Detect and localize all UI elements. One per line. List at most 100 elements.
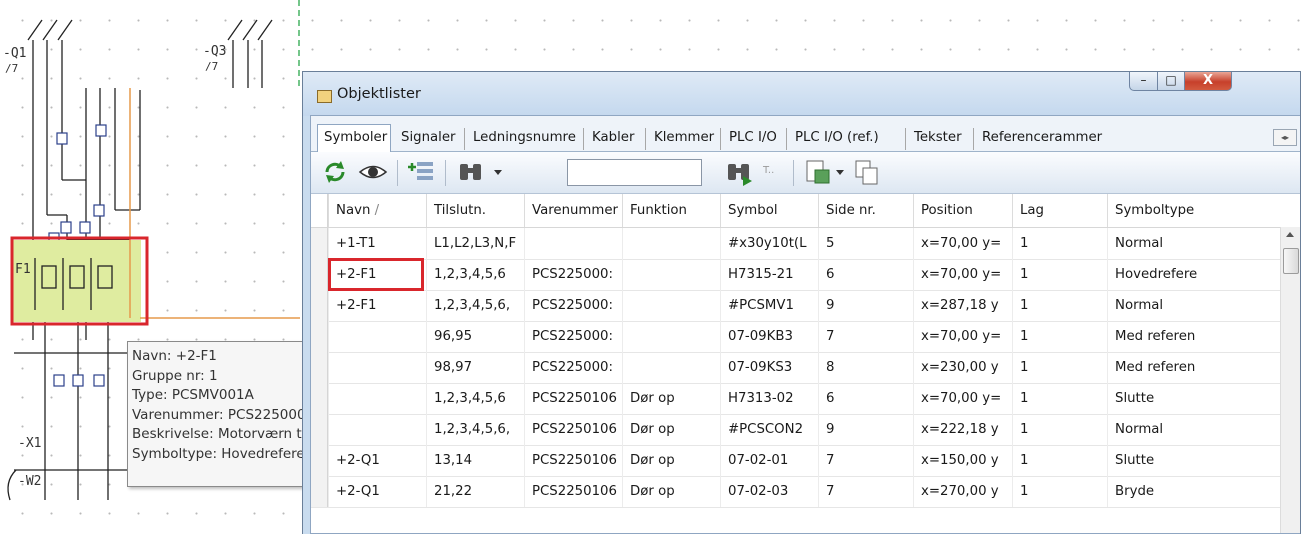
- cell-symbol[interactable]: 07-02-01: [720, 445, 818, 476]
- tab-referencerammer[interactable]: Referencerammer: [976, 128, 1234, 150]
- cell-tilslutn[interactable]: 98,97: [426, 352, 524, 383]
- row-header[interactable]: [311, 414, 328, 445]
- eye-icon[interactable]: [357, 158, 389, 186]
- cell-tilslutn[interactable]: 21,22: [426, 476, 524, 507]
- insert-column-icon[interactable]: [405, 158, 437, 186]
- tab-kabler[interactable]: Kabler: [586, 128, 646, 150]
- cell-side-nr[interactable]: 7: [818, 445, 913, 476]
- cell-side-nr[interactable]: 6: [818, 259, 913, 290]
- column-header-lag[interactable]: Lag: [1012, 194, 1107, 227]
- cell-side-nr[interactable]: 7: [818, 476, 913, 507]
- row-header[interactable]: [311, 290, 328, 321]
- cell-varenummer[interactable]: PCS2250106: [524, 414, 622, 445]
- cell-symbol[interactable]: #PCSCON2: [720, 414, 818, 445]
- export-icon[interactable]: [801, 158, 833, 186]
- table-row[interactable]: 1,2,3,4,5,6 PCS2250106 Dør op H7313-02 6 x=70…: [311, 383, 1281, 415]
- cell-position[interactable]: x=230,00 y: [913, 352, 1012, 383]
- scroll-up-icon[interactable]: [1286, 232, 1294, 237]
- column-header-varenummer[interactable]: Varenummer: [524, 194, 622, 227]
- cell-tilslutn[interactable]: 96,95: [426, 321, 524, 352]
- cell-varenummer[interactable]: PCS2250106: [524, 445, 622, 476]
- cell-funktion[interactable]: [622, 321, 720, 352]
- cell-symboltype[interactable]: Normal: [1107, 414, 1203, 445]
- cell-funktion[interactable]: Dør op: [622, 445, 720, 476]
- symbols-table[interactable]: Navn / Tilslutn. Varenummer Funktion Sym…: [311, 194, 1300, 533]
- vertical-scrollbar[interactable]: [1280, 227, 1300, 533]
- cell-position[interactable]: x=70,00 y=: [913, 228, 1012, 259]
- cell-navn[interactable]: +1-T1: [328, 228, 426, 259]
- row-header[interactable]: [311, 259, 328, 290]
- row-header[interactable]: [311, 352, 328, 383]
- tab-ledningsnumre[interactable]: Ledningsnumre: [467, 128, 584, 150]
- cell-lag[interactable]: 1: [1012, 228, 1107, 259]
- column-header-position[interactable]: Position: [913, 194, 1012, 227]
- cell-lag[interactable]: 1: [1012, 414, 1107, 445]
- column-header-funktion[interactable]: Funktion: [622, 194, 720, 227]
- tab-plc-io-ref[interactable]: PLC I/O (ref.): [789, 128, 906, 150]
- cell-side-nr[interactable]: 7: [818, 321, 913, 352]
- cell-varenummer[interactable]: PCS225000:: [524, 290, 622, 321]
- cell-tilslutn[interactable]: 1,2,3,4,5,6: [426, 259, 524, 290]
- row-header[interactable]: [311, 476, 328, 507]
- tab-signaler[interactable]: Signaler: [395, 128, 465, 150]
- cell-tilslutn[interactable]: 1,2,3,4,5,6: [426, 383, 524, 414]
- cell-lag[interactable]: 1: [1012, 352, 1107, 383]
- column-header-navn[interactable]: Navn /: [328, 194, 426, 227]
- cell-funktion[interactable]: [622, 228, 720, 259]
- cell-side-nr[interactable]: 9: [818, 290, 913, 321]
- table-row[interactable]: +2-F1 1,2,3,4,5,6 PCS225000: H7315-21 6 x=70,…: [311, 259, 1281, 291]
- cell-varenummer[interactable]: PCS225000:: [524, 352, 622, 383]
- tab-plc-io[interactable]: PLC I/O: [723, 128, 787, 150]
- column-header-side-nr[interactable]: Side nr.: [818, 194, 913, 227]
- cell-side-nr[interactable]: 8: [818, 352, 913, 383]
- window-titlebar[interactable]: Objektlister – □ X: [303, 72, 1300, 116]
- cell-symboltype[interactable]: Hovedrefere: [1107, 259, 1203, 290]
- row-header[interactable]: [311, 383, 328, 414]
- cell-navn[interactable]: [328, 383, 426, 414]
- cell-varenummer[interactable]: PCS225000:: [524, 259, 622, 290]
- chevron-down-icon[interactable]: [491, 158, 505, 186]
- cell-navn[interactable]: [328, 414, 426, 445]
- column-header-tilslutn[interactable]: Tilslutn.: [426, 194, 524, 227]
- table-row[interactable]: +1-T1 L1,L2,L3,N,F #x30y10t(L 5 x=70,00 y= 1 N…: [311, 228, 1281, 260]
- cell-varenummer[interactable]: [524, 228, 622, 259]
- cell-position[interactable]: x=222,18 y: [913, 414, 1012, 445]
- close-button[interactable]: X: [1184, 72, 1232, 91]
- minimize-button[interactable]: –: [1129, 72, 1158, 91]
- cell-symboltype[interactable]: Bryde: [1107, 476, 1203, 507]
- cell-symboltype[interactable]: Normal: [1107, 228, 1203, 259]
- table-row[interactable]: 96,95 PCS225000: 07-09KB3 7 x=70,00 y= 1 Med r…: [311, 321, 1281, 353]
- row-header[interactable]: [311, 228, 328, 259]
- cell-position[interactable]: x=70,00 y=: [913, 383, 1012, 414]
- cell-position[interactable]: x=150,00 y: [913, 445, 1012, 476]
- cell-navn[interactable]: +2-F1: [328, 290, 426, 321]
- cell-symbol[interactable]: 07-09KS3: [720, 352, 818, 383]
- cell-funktion[interactable]: Dør op: [622, 476, 720, 507]
- cell-lag[interactable]: 1: [1012, 383, 1107, 414]
- tab-symboler[interactable]: Symboler: [317, 124, 391, 152]
- cell-lag[interactable]: 1: [1012, 476, 1107, 507]
- table-row[interactable]: +2-Q1 13,14 PCS2250106 Dør op 07-02-01 7 x=150…: [311, 445, 1281, 477]
- cell-symbol[interactable]: #PCSMV1: [720, 290, 818, 321]
- tab-klemmer[interactable]: Klemmer: [648, 128, 721, 150]
- tab-scroll-arrows[interactable]: ◂▸: [1273, 129, 1297, 146]
- search-input[interactable]: [567, 159, 702, 186]
- cell-side-nr[interactable]: 5: [818, 228, 913, 259]
- binoculars-icon[interactable]: [455, 158, 487, 186]
- cell-funktion[interactable]: Dør op: [622, 414, 720, 445]
- cell-navn[interactable]: +2-Q1: [328, 445, 426, 476]
- cell-position[interactable]: x=70,00 y=: [913, 321, 1012, 352]
- row-header[interactable]: [311, 445, 328, 476]
- cell-navn[interactable]: [328, 321, 426, 352]
- cell-funktion[interactable]: [622, 290, 720, 321]
- cell-lag[interactable]: 1: [1012, 259, 1107, 290]
- cell-position[interactable]: x=70,00 y=: [913, 259, 1012, 290]
- refresh-icon[interactable]: [319, 158, 351, 186]
- cell-funktion[interactable]: [622, 352, 720, 383]
- cell-varenummer[interactable]: PCS2250106: [524, 476, 622, 507]
- cell-symbol[interactable]: #x30y10t(L: [720, 228, 818, 259]
- cell-symboltype[interactable]: Med referen: [1107, 321, 1203, 352]
- cell-funktion[interactable]: [622, 259, 720, 290]
- cell-tilslutn[interactable]: 13,14: [426, 445, 524, 476]
- column-header-symboltype[interactable]: Symboltype: [1107, 194, 1203, 227]
